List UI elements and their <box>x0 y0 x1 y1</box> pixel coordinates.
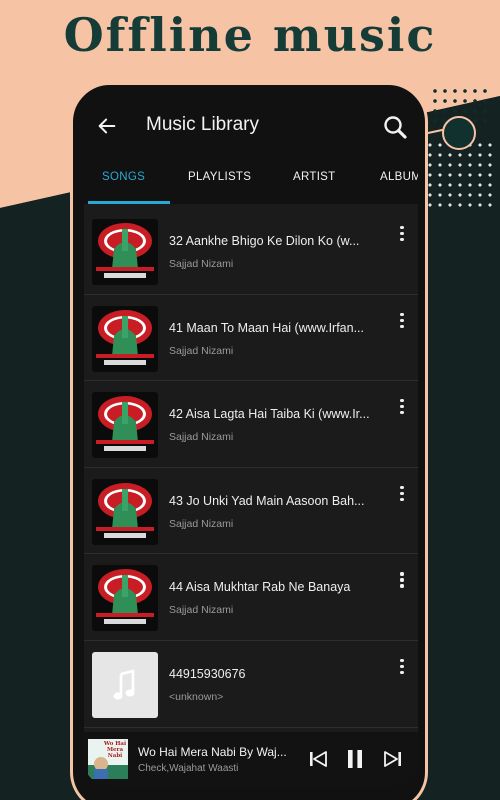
more-options-icon[interactable] <box>397 485 407 506</box>
back-arrow-icon[interactable] <box>96 115 118 137</box>
album-art <box>92 219 158 285</box>
more-options-icon[interactable] <box>397 658 407 679</box>
phone-screen: Music Library SONGS PLAYLISTS ARTIST ALB… <box>84 96 418 786</box>
song-title: 44915930676 <box>169 666 246 681</box>
list-item[interactable]: 44915930676 <unknown> <box>84 641 418 728</box>
list-item[interactable]: 42 Aisa Lagta Hai Taiba Ki (www.Ir... Sa… <box>84 381 418 468</box>
tab-playlists[interactable]: PLAYLISTS <box>188 171 251 183</box>
decorative-dot-grid <box>425 140 493 208</box>
song-artist: Sajjad Nizami <box>169 517 234 530</box>
previous-track-icon[interactable] <box>307 748 329 770</box>
more-options-icon[interactable] <box>397 226 407 246</box>
page-title: Music Library <box>146 114 259 135</box>
album-art <box>92 392 158 459</box>
song-artist: <unknown> <box>169 690 224 703</box>
mini-player[interactable]: Wo Hai Mera Nabi Wo Hai Mera Nabi By Waj… <box>84 732 418 786</box>
next-track-icon[interactable] <box>382 748 404 770</box>
more-options-icon[interactable] <box>397 312 407 333</box>
song-title: 32 Aankhe Bhigo Ke Dilon Ko (w... <box>169 234 360 248</box>
song-artist: Sajjad Nizami <box>169 431 234 444</box>
tab-bar: SONGS PLAYLISTS ARTIST ALBUM <box>84 156 418 204</box>
song-artist: Sajjad Nizami <box>169 258 234 270</box>
list-item[interactable]: 44 Aisa Mukhtar Rab Ne Banaya Sajjad Niz… <box>84 554 418 641</box>
search-icon[interactable] <box>382 114 408 140</box>
list-item[interactable]: 43 Jo Unki Yad Main Aasoon Bah... Sajjad… <box>84 468 418 555</box>
now-playing-title: Wo Hai Mera Nabi By Waj... <box>138 745 287 759</box>
song-artist: Sajjad Nizami <box>169 344 234 357</box>
tab-songs[interactable]: SONGS <box>102 171 145 183</box>
more-options-icon[interactable] <box>397 572 407 592</box>
decorative-circle <box>442 116 476 150</box>
song-title: 43 Jo Unki Yad Main Aasoon Bah... <box>169 493 365 508</box>
song-list: 32 Aankhe Bhigo Ke Dilon Ko (w... Sajjad… <box>84 208 418 728</box>
song-title: 44 Aisa Mukhtar Rab Ne Banaya <box>169 580 351 595</box>
now-playing-art-text: Wo Hai Mera Nabi <box>103 741 127 759</box>
pause-icon[interactable] <box>344 748 366 770</box>
app-bar: Music Library <box>84 96 418 156</box>
active-tab-indicator <box>88 201 170 204</box>
album-art <box>92 565 158 632</box>
tab-artist[interactable]: ARTIST <box>293 171 335 183</box>
promo-headline: Offline music <box>63 8 437 62</box>
tab-album[interactable]: ALBUM <box>380 171 418 183</box>
song-title: 42 Aisa Lagta Hai Taiba Ki (www.Ir... <box>169 407 370 422</box>
more-options-icon[interactable] <box>397 399 407 419</box>
now-playing-art: Wo Hai Mera Nabi <box>88 739 128 779</box>
music-note-icon <box>92 651 158 718</box>
song-title: 41 Maan To Maan Hai (www.Irfan... <box>169 320 364 335</box>
list-item[interactable]: 32 Aankhe Bhigo Ke Dilon Ko (w... Sajjad… <box>84 208 418 295</box>
list-item[interactable]: 41 Maan To Maan Hai (www.Irfan... Sajjad… <box>84 295 418 382</box>
album-art <box>92 305 158 372</box>
album-art <box>92 478 158 545</box>
song-artist: Sajjad Nizami <box>169 604 234 617</box>
now-playing-artist: Check,Wajahat Waasti <box>138 763 239 774</box>
